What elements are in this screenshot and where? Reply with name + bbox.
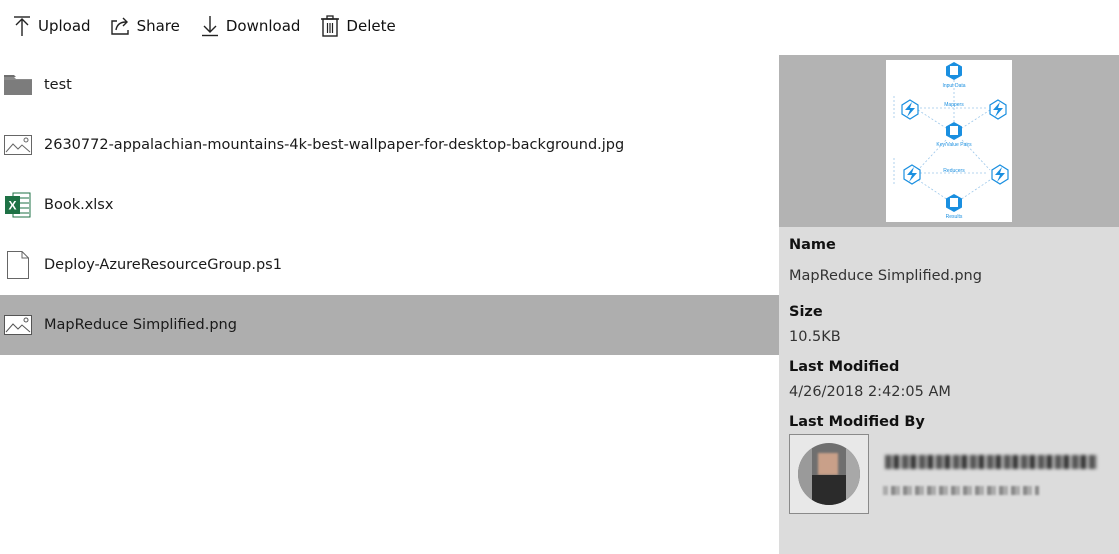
preview-label: Input Data [942,83,965,89]
preview-label: Key/Value Pairs [936,142,972,148]
folder-icon [4,71,32,99]
prop-size-label: Size [789,304,823,320]
user-photo [798,443,860,505]
delete-label: Delete [346,17,396,35]
file-row-book-xlsx[interactable]: X Book.xlsx [0,175,779,235]
file-row-mapreduce-png[interactable]: MapReduce Simplified.png [0,295,779,355]
redacted-user-name [885,455,1097,469]
file-preview-image: Input Data Mappers Key/Value Pairs Reduc… [886,60,1012,222]
file-name: 2630772-appalachian-mountains-4k-best-wa… [44,137,625,153]
prop-modified-value: 4/26/2018 2:42:05 AM [789,384,951,400]
excel-file-icon: X [4,191,32,219]
file-row-appalachian-jpg[interactable]: 2630772-appalachian-mountains-4k-best-wa… [0,115,779,175]
delete-button[interactable]: Delete [320,0,396,52]
command-bar: Upload Share Download Delete [0,0,779,52]
preview-label: Results [946,214,963,220]
file-name: Book.xlsx [44,197,114,213]
file-name: MapReduce Simplified.png [44,317,237,333]
image-file-icon [4,311,32,339]
redacted-user-email [883,486,1039,495]
download-button[interactable]: Download [200,0,301,52]
prop-modified-by-label: Last Modified By [789,414,925,430]
share-button[interactable]: Share [110,0,180,52]
upload-button[interactable]: Upload [12,0,91,52]
upload-label: Upload [38,17,91,35]
prop-name-value: MapReduce Simplified.png [789,268,982,284]
hex-node-icon [946,62,962,80]
file-name: Deploy-AzureResourceGroup.ps1 [44,257,282,273]
download-label: Download [225,17,301,35]
preview-label: Mappers [944,102,964,108]
image-file-icon [4,131,32,159]
file-row-deploy-ps1[interactable]: Deploy-AzureResourceGroup.ps1 [0,235,779,295]
svg-text:X: X [8,199,16,213]
share-label: Share [136,17,180,35]
prop-modified-label: Last Modified [789,359,900,375]
upload-icon [14,16,30,36]
avatar [789,434,869,514]
prop-name-label: Name [789,237,836,253]
share-icon [110,17,129,35]
trash-icon [321,15,340,37]
file-name: test [44,77,72,93]
preview-area: Input Data Mappers Key/Value Pairs Reduc… [779,55,1119,227]
file-row-test[interactable]: test [0,55,779,115]
download-icon [201,16,218,37]
file-list: test 2630772-appalachian-mountains-4k-be… [0,55,779,355]
prop-size-value: 10.5KB [789,329,841,345]
preview-label: Reducers [943,168,965,174]
document-file-icon [4,251,32,279]
details-pane: Input Data Mappers Key/Value Pairs Reduc… [779,55,1119,554]
